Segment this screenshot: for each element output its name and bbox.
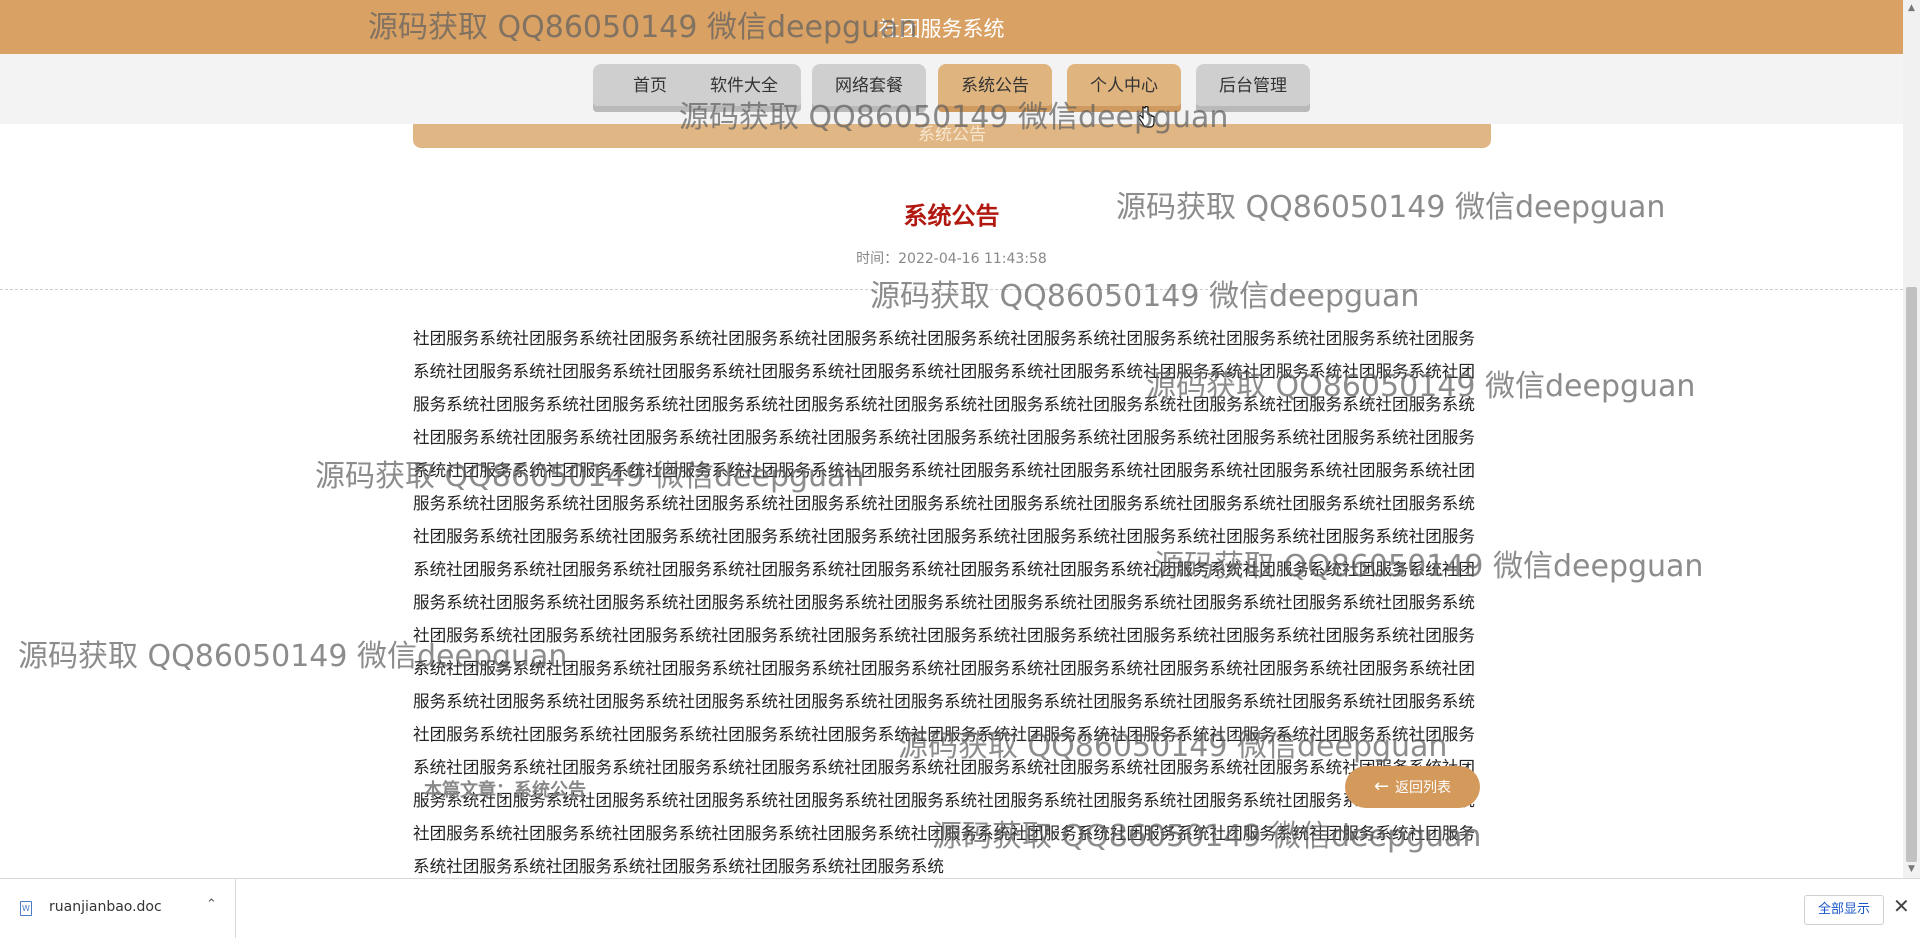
- header-bar: 社团服务系统: [0, 0, 1903, 54]
- hand-pointer-icon: [1138, 106, 1155, 128]
- watermark-text: 源码获取 QQ86050149 微信deepguan: [870, 279, 1420, 314]
- browser-viewport: 社团服务系统 首页 软件大全 网络套餐 系统公告 个人中心 后台管理 系统公告 …: [0, 0, 1903, 878]
- section-banner: 系统公告: [413, 124, 1491, 148]
- nav-item-software[interactable]: 软件大全: [687, 64, 801, 112]
- vertical-scrollbar[interactable]: ▲ ▼: [1903, 0, 1920, 878]
- download-item[interactable]: W ruanjianbao.doc ⌃: [0, 879, 236, 938]
- show-all-downloads-button[interactable]: 全部显示: [1804, 895, 1884, 925]
- back-button-label: 返回列表: [1395, 780, 1452, 796]
- site-title: 社团服务系统: [878, 17, 1005, 41]
- scroll-up-arrow-icon[interactable]: ▲: [1903, 0, 1920, 17]
- nav-item-announcements[interactable]: 系统公告: [938, 64, 1052, 112]
- divider: [0, 289, 1903, 290]
- download-file-name[interactable]: ruanjianbao.doc: [49, 899, 162, 915]
- article-time: 时间：2022-04-16 11:43:58: [856, 251, 1047, 267]
- close-icon[interactable]: ✕: [1893, 894, 1910, 918]
- scroll-down-arrow-icon[interactable]: ▼: [1903, 861, 1920, 878]
- download-bar: W ruanjianbao.doc ⌃ 全部显示 ✕: [0, 878, 1920, 938]
- main-nav: 首页 软件大全 网络套餐 系统公告 个人中心 后台管理: [0, 54, 1903, 124]
- chevron-up-icon[interactable]: ⌃: [206, 897, 217, 912]
- article-title: 系统公告: [903, 202, 1000, 230]
- nav-item-admin[interactable]: 后台管理: [1196, 64, 1310, 112]
- word-doc-icon: W: [20, 901, 32, 916]
- arrow-left-icon: ←: [1373, 776, 1390, 797]
- scroll-thumb[interactable]: [1906, 287, 1917, 862]
- nav-item-personal-center[interactable]: 个人中心: [1067, 64, 1181, 112]
- current-article-label: 本篇文章：系统公告: [424, 780, 586, 801]
- nav-item-network-package[interactable]: 网络套餐: [812, 64, 926, 112]
- back-to-list-button[interactable]: ← 返回列表: [1345, 766, 1480, 808]
